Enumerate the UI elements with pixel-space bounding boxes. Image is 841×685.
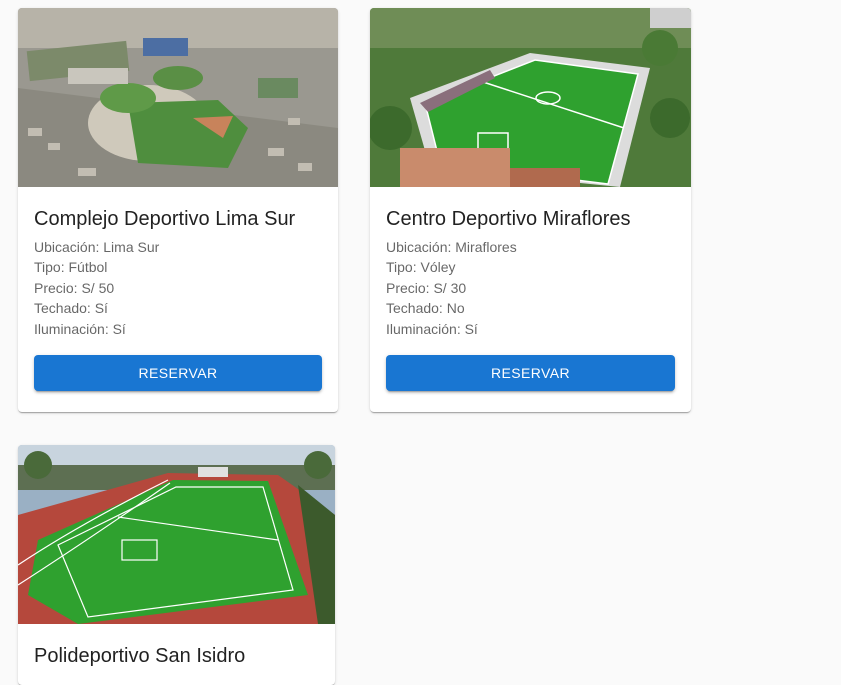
venue-card: Complejo Deportivo Lima Sur Ubicación: L… — [18, 8, 338, 412]
venue-image — [370, 8, 691, 187]
venue-title: Centro Deportivo Miraflores — [386, 208, 631, 230]
venue-image — [18, 445, 335, 624]
venue-title: Polideportivo San Isidro — [34, 645, 246, 667]
venue-title: Complejo Deportivo Lima Sur — [34, 208, 296, 230]
venue-type: Tipo: Vóley — [386, 259, 456, 276]
venue-price: Precio: S/ 30 — [386, 279, 467, 296]
venue-card: Polideportivo San Isidro — [18, 445, 335, 685]
venue-location: Ubicación: Miraflores — [386, 239, 517, 255]
venue-lighting: Iluminación: Sí — [386, 320, 478, 337]
venue-location: Ubicación: Lima Sur — [34, 239, 160, 255]
venue-lighting: Iluminación: Sí — [34, 320, 126, 337]
venue-image — [18, 8, 338, 187]
venue-card: Centro Deportivo Miraflores Ubicación: M… — [370, 8, 691, 412]
venue-roofed: Techado: No — [386, 300, 465, 317]
reserve-button[interactable]: RESERVAR — [34, 355, 322, 392]
venue-type: Tipo: Fútbol — [34, 259, 108, 276]
reserve-button[interactable]: RESERVAR — [386, 355, 675, 392]
venue-price: Precio: S/ 50 — [34, 279, 115, 296]
venue-roofed: Techado: Sí — [34, 300, 108, 317]
